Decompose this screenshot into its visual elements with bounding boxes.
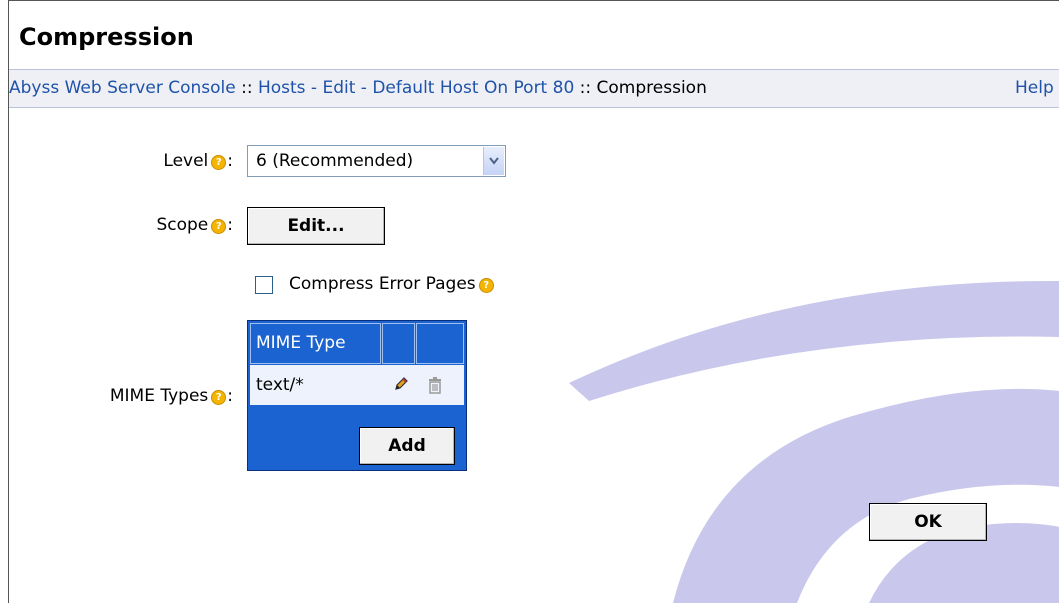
- scope-edit-button[interactable]: Edit...: [247, 207, 385, 245]
- pencil-icon[interactable]: [393, 376, 409, 392]
- trash-icon[interactable]: [428, 376, 442, 394]
- column-header-edit: [382, 323, 415, 364]
- breadcrumb-separator: ::: [574, 78, 597, 98]
- breadcrumb-link-console[interactable]: Abyss Web Server Console: [9, 78, 236, 98]
- label-colon: :: [227, 215, 233, 235]
- label-colon: :: [227, 386, 233, 406]
- main-panel: Compression Abyss Web Server Console :: …: [8, 0, 1059, 603]
- compress-error-pages-label[interactable]: Compress Error Pages: [289, 274, 476, 294]
- page-title: Compression: [19, 23, 194, 51]
- help-icon[interactable]: ?: [211, 219, 227, 234]
- level-select-value: 6 (Recommended): [256, 151, 414, 171]
- level-label: Level: [163, 151, 209, 171]
- mime-types-label: MIME Types: [109, 386, 209, 406]
- column-header-mime-type: MIME Type: [250, 323, 381, 364]
- mime-type-cell: text/*: [256, 375, 304, 395]
- mime-types-table: MIME Type text/* Add: [247, 320, 467, 471]
- level-select[interactable]: 6 (Recommended): [247, 145, 506, 177]
- help-icon[interactable]: ?: [211, 390, 227, 405]
- column-header-delete: [416, 323, 464, 364]
- compress-error-pages-label-row: Compress Error Pages?: [289, 274, 495, 294]
- label-colon: :: [227, 151, 233, 171]
- table-row: text/*: [250, 365, 464, 405]
- add-mime-type-button[interactable]: Add: [359, 427, 455, 465]
- breadcrumb-current: Compression: [596, 78, 707, 98]
- mime-types-label-row: MIME Types?:: [69, 386, 233, 406]
- help-icon[interactable]: ?: [211, 155, 227, 170]
- breadcrumb-separator: ::: [235, 78, 258, 98]
- help-link[interactable]: Help: [1015, 70, 1054, 107]
- chevron-down-icon[interactable]: [483, 147, 504, 175]
- scope-label-row: Scope?:: [119, 215, 233, 235]
- compress-error-pages-checkbox[interactable]: [255, 276, 273, 294]
- breadcrumb: Abyss Web Server Console :: Hosts - Edit…: [9, 69, 1059, 108]
- help-icon[interactable]: ?: [478, 278, 494, 293]
- breadcrumb-link-host[interactable]: Hosts - Edit - Default Host On Port 80: [258, 78, 574, 98]
- ok-button[interactable]: OK: [869, 503, 987, 541]
- level-label-row: Level?:: [129, 151, 233, 171]
- scope-label: Scope: [156, 215, 209, 235]
